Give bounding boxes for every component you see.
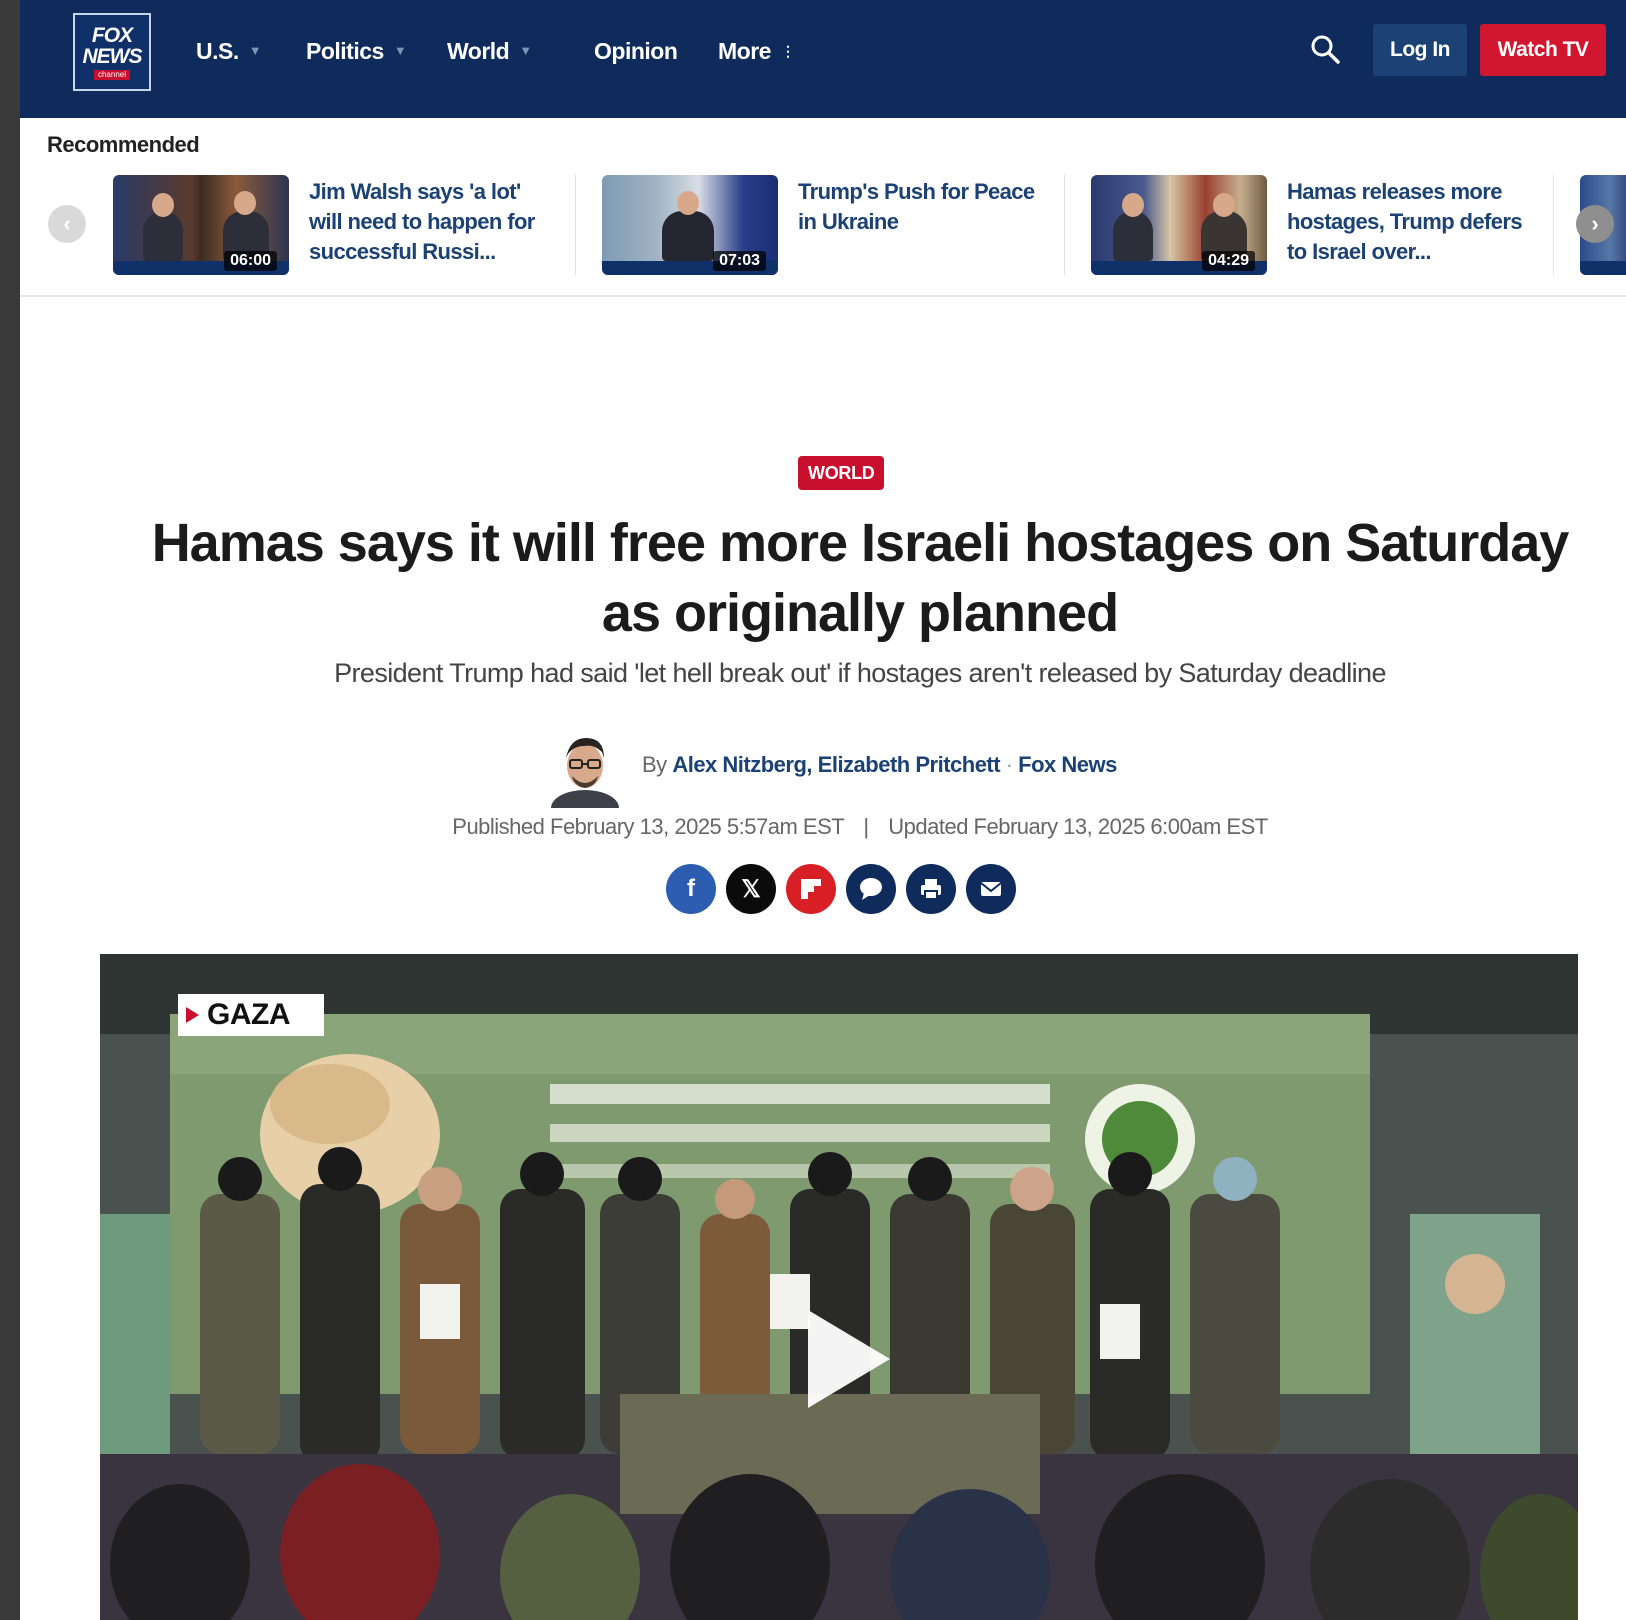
nav-politics[interactable]: Politics ▼	[306, 36, 407, 66]
x-icon[interactable]: 𝕏	[726, 864, 776, 914]
logo-line-1: FOX	[91, 23, 133, 47]
chevron-right-icon[interactable]: ›	[1576, 205, 1614, 243]
byline-prefix: By	[642, 752, 667, 777]
flipboard-icon[interactable]	[786, 864, 836, 914]
nav-world-label: World	[447, 38, 510, 64]
print-icon[interactable]	[906, 864, 956, 914]
nav-more-label: More	[718, 38, 771, 64]
author-link[interactable]: Elizabeth Pritchett	[818, 752, 1001, 777]
chevron-left-icon[interactable]: ‹	[48, 205, 86, 243]
nav-opinion[interactable]: Opinion	[594, 36, 678, 66]
recommended-item-title[interactable]: Trump's Push for Peace in Ukraine	[798, 177, 1038, 237]
category-badge[interactable]: WORLD	[798, 456, 885, 490]
login-button[interactable]: Log In	[1373, 24, 1467, 76]
article-dateline: Published February 13, 2025 5:57am EST |…	[140, 814, 1580, 840]
top-navigation: FOX NEWS channel U.S. ▼ Politics ▼ World…	[20, 0, 1626, 118]
updated-date: Updated February 13, 2025 6:00am EST	[888, 814, 1268, 839]
location-tag-label: GAZA	[207, 998, 291, 1031]
video-player[interactable]: GAZA	[100, 954, 1578, 1620]
email-icon[interactable]	[966, 864, 1016, 914]
recommended-item-title[interactable]: Jim Walsh says 'a lot' will need to happ…	[309, 177, 549, 267]
more-dots-icon: ⋮	[780, 43, 795, 59]
nav-world[interactable]: World ▼	[447, 36, 532, 66]
chevron-down-icon: ▼	[393, 43, 407, 58]
location-tag: GAZA	[178, 994, 324, 1036]
article-headline: Hamas says it will free more Israeli hos…	[151, 513, 1570, 643]
nav-more[interactable]: More ⋮	[718, 36, 795, 66]
video-thumbnail[interactable]: 06:00	[113, 175, 289, 275]
fox-news-logo[interactable]: FOX NEWS channel	[73, 13, 151, 91]
chevron-down-icon: ▼	[519, 43, 532, 58]
nav-us-label: U.S.	[196, 38, 239, 64]
article-byline: By Alex Nitzberg, Elizabeth Pritchett · …	[642, 752, 1117, 777]
chevron-down-icon: ▼	[248, 43, 262, 58]
date-separator: |	[863, 814, 869, 839]
published-date: Published February 13, 2025 5:57am EST	[452, 814, 844, 839]
outlet-link[interactable]: Fox News	[1018, 752, 1117, 777]
recommended-title: Recommended	[47, 132, 200, 157]
recommended-carousel: ‹ 06:00 Jim Walsh says 'a lot' will need…	[20, 165, 1626, 297]
share-buttons: f 𝕏	[666, 864, 1016, 914]
search-icon[interactable]	[1308, 32, 1342, 66]
nav-opinion-label: Opinion	[594, 38, 678, 64]
red-triangle-icon	[186, 1007, 199, 1023]
recommended-item-title[interactable]: Hamas releases more hostages, Trump defe…	[1287, 177, 1527, 267]
logo-line-3: channel	[93, 69, 131, 80]
play-icon[interactable]	[790, 1304, 900, 1414]
author-link[interactable]: Alex Nitzberg	[672, 752, 807, 777]
video-duration: 04:29	[1202, 251, 1255, 271]
article-subheadline: President Trump had said 'let hell break…	[334, 658, 1386, 688]
nav-us[interactable]: U.S. ▼	[196, 36, 262, 66]
video-thumbnail[interactable]: 04:29	[1091, 175, 1267, 275]
nav-politics-label: Politics	[306, 38, 384, 64]
watch-tv-button[interactable]: Watch TV	[1480, 24, 1606, 76]
article-page: FOX NEWS channel U.S. ▼ Politics ▼ World…	[20, 0, 1626, 1620]
video-duration: 06:00	[224, 251, 277, 271]
video-thumbnail[interactable]: 07:03	[602, 175, 778, 275]
comment-icon[interactable]	[846, 864, 896, 914]
video-duration: 07:03	[713, 251, 766, 271]
facebook-icon[interactable]: f	[666, 864, 716, 914]
logo-line-2: NEWS	[82, 44, 143, 68]
video-frame	[100, 954, 1578, 1620]
author-avatar[interactable]	[550, 728, 620, 808]
